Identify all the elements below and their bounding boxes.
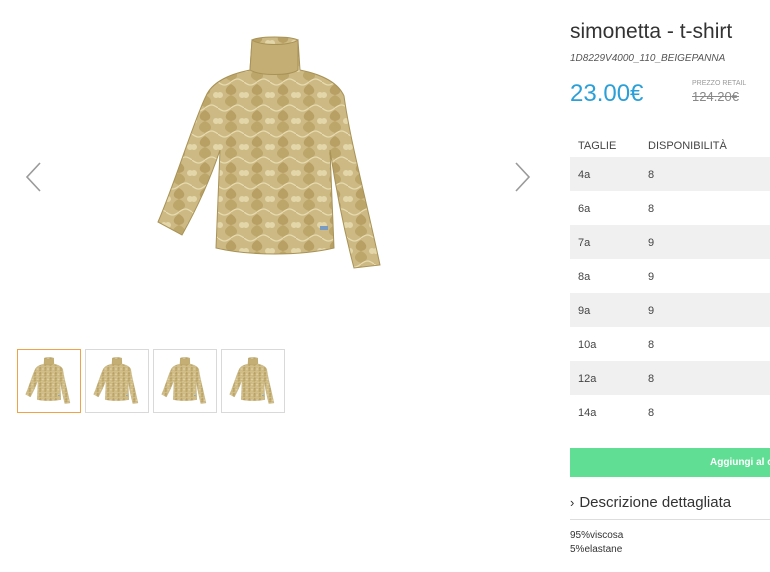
- table-row[interactable]: 4a 8: [570, 157, 770, 191]
- product-thumbnail-image: [229, 357, 275, 404]
- table-row[interactable]: 12a 8: [570, 361, 770, 395]
- size-availability-table: TAGLIE DISPONIBILITÀ 4a 8 6a 8 7a 9 8a 9…: [570, 135, 770, 429]
- product-price: 23.00€: [570, 80, 644, 107]
- add-to-cart-label: Aggiungi al c: [710, 457, 770, 468]
- availability-cell: 8: [648, 169, 655, 181]
- chevron-left-icon[interactable]: [22, 160, 46, 194]
- availability-cell: 9: [648, 237, 655, 249]
- product-sku: 1D8229V4000_110_BEIGEPANNA: [570, 53, 726, 64]
- thumbnail-2[interactable]: [85, 349, 149, 413]
- availability-cell: 9: [648, 305, 655, 317]
- table-row[interactable]: 14a 8: [570, 395, 770, 429]
- table-header: TAGLIE DISPONIBILITÀ: [570, 135, 770, 157]
- availability-cell: 9: [648, 271, 655, 283]
- description-heading: Descrizione dettagliata: [579, 494, 732, 511]
- product-info-panel: simonetta - t-shirt 1D8229V4000_110_BEIG…: [570, 0, 770, 572]
- thumbnail-4[interactable]: [221, 349, 285, 413]
- thumbnail-strip: [17, 349, 285, 413]
- size-cell: 4a: [578, 169, 591, 181]
- size-cell: 10a: [578, 339, 597, 351]
- table-row[interactable]: 10a 8: [570, 327, 770, 361]
- table-row[interactable]: 6a 8: [570, 191, 770, 225]
- description-toggle[interactable]: › Descrizione dettagliata: [570, 494, 731, 511]
- table-row[interactable]: 9a 9: [570, 293, 770, 327]
- availability-cell: 8: [648, 373, 655, 385]
- availability-cell: 8: [648, 407, 655, 419]
- product-thumbnail-image: [25, 357, 71, 404]
- column-header-sizes: TAGLIE: [578, 140, 617, 152]
- column-header-availability: DISPONIBILITÀ: [648, 140, 727, 152]
- size-cell: 12a: [578, 373, 597, 385]
- retail-price-label: PREZZO RETAIL: [692, 80, 747, 87]
- size-cell: 14a: [578, 407, 597, 419]
- size-cell: 7a: [578, 237, 591, 249]
- availability-cell: 8: [648, 203, 655, 215]
- divider: [570, 519, 770, 520]
- availability-cell: 8: [648, 339, 655, 351]
- product-main-image[interactable]: [140, 30, 410, 280]
- description-line: 95%viscosa: [570, 530, 624, 541]
- table-row[interactable]: 8a 9: [570, 259, 770, 293]
- product-thumbnail-image: [161, 357, 207, 404]
- chevron-right-icon[interactable]: [510, 160, 534, 194]
- size-cell: 8a: [578, 271, 591, 283]
- product-title: simonetta - t-shirt: [570, 20, 733, 43]
- table-row[interactable]: 7a 9: [570, 225, 770, 259]
- thumbnail-3[interactable]: [153, 349, 217, 413]
- thumbnail-1[interactable]: [17, 349, 81, 413]
- retail-price: 124.20€: [692, 89, 739, 104]
- product-thumbnail-image: [93, 357, 139, 404]
- description-line: 5%elastane: [570, 544, 623, 555]
- size-cell: 9a: [578, 305, 591, 317]
- chevron-right-icon: ›: [570, 495, 575, 510]
- add-to-cart-button[interactable]: Aggiungi al c: [570, 448, 770, 477]
- product-gallery: [0, 0, 560, 572]
- size-cell: 6a: [578, 203, 591, 215]
